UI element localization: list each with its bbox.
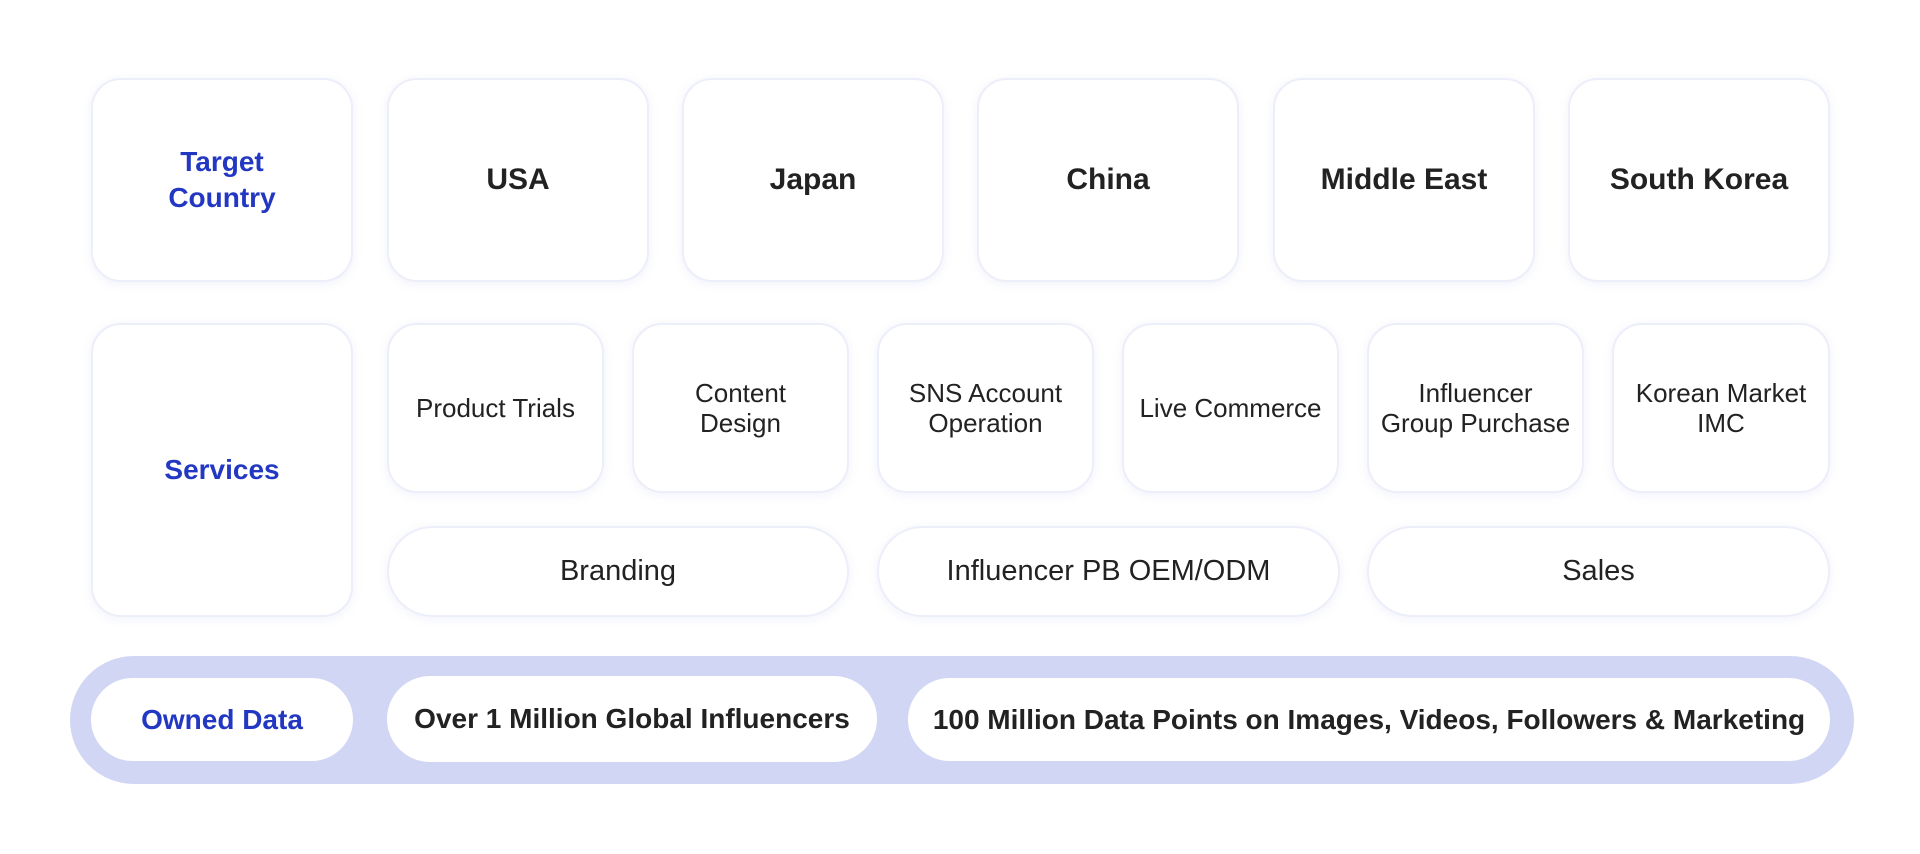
owned-data-item: 100 Million Data Points on Images, Video… bbox=[932, 703, 1806, 735]
service-line2: Group Purchase bbox=[1380, 408, 1571, 438]
service-line1: Live Commerce bbox=[1139, 393, 1322, 423]
country-name: Japan bbox=[769, 163, 857, 196]
country-card-usa: USA bbox=[387, 78, 649, 282]
services-label-card: Services bbox=[91, 323, 353, 617]
wide-service-label: Influencer PB OEM/ODM bbox=[946, 555, 1271, 587]
wide-service-label: Sales bbox=[1562, 555, 1635, 587]
country-card-middle-east: Middle East bbox=[1273, 78, 1535, 282]
country-name: USA bbox=[486, 163, 550, 196]
target-country-label-line1: Target bbox=[180, 146, 264, 177]
services-label: Services bbox=[164, 454, 280, 485]
service-card-content-design: Content Design bbox=[632, 323, 849, 493]
country-name: China bbox=[1066, 163, 1150, 196]
country-name: South Korea bbox=[1609, 163, 1789, 196]
service-line1: Korean Market bbox=[1635, 378, 1807, 408]
service-card-sales: Sales bbox=[1367, 526, 1830, 617]
target-country-label-card: Target Country bbox=[91, 78, 353, 282]
service-card-branding: Branding bbox=[387, 526, 849, 617]
service-line1: Product Trials bbox=[416, 393, 575, 423]
service-line2: Design bbox=[700, 408, 781, 438]
owned-data-pill-data-points: 100 Million Data Points on Images, Video… bbox=[908, 678, 1830, 761]
service-card-influencer-pb-oem-odm: Influencer PB OEM/ODM bbox=[877, 526, 1340, 617]
service-line2: IMC bbox=[1697, 408, 1745, 438]
country-card-japan: Japan bbox=[682, 78, 944, 282]
owned-data-label: Owned Data bbox=[141, 703, 303, 735]
wide-service-label: Branding bbox=[559, 555, 677, 587]
service-line1: Influencer bbox=[1418, 378, 1533, 408]
country-card-china: China bbox=[977, 78, 1239, 282]
country-name: Middle East bbox=[1320, 163, 1488, 196]
service-card-korean-market-imc: Korean Market IMC bbox=[1612, 323, 1830, 493]
owned-data-pill-influencers: Over 1 Million Global Influencers bbox=[387, 676, 877, 762]
service-card-live-commerce: Live Commerce bbox=[1122, 323, 1339, 493]
owned-data-item: Over 1 Million Global Influencers bbox=[414, 703, 850, 734]
service-card-sns-account-operation: SNS Account Operation bbox=[877, 323, 1094, 493]
country-card-south-korea: South Korea bbox=[1568, 78, 1830, 282]
service-card-product-trials: Product Trials bbox=[387, 323, 604, 493]
service-line1: SNS Account bbox=[908, 378, 1063, 408]
target-country-label-line2: Country bbox=[168, 182, 276, 213]
service-line1: Content bbox=[694, 378, 787, 408]
service-card-influencer-group-purchase: Influencer Group Purchase bbox=[1367, 323, 1584, 493]
services-diagram: Target Country USA Japan China Middle Ea… bbox=[0, 0, 1920, 854]
owned-data-label-pill: Owned Data bbox=[91, 678, 353, 761]
service-line2: Operation bbox=[928, 408, 1043, 438]
